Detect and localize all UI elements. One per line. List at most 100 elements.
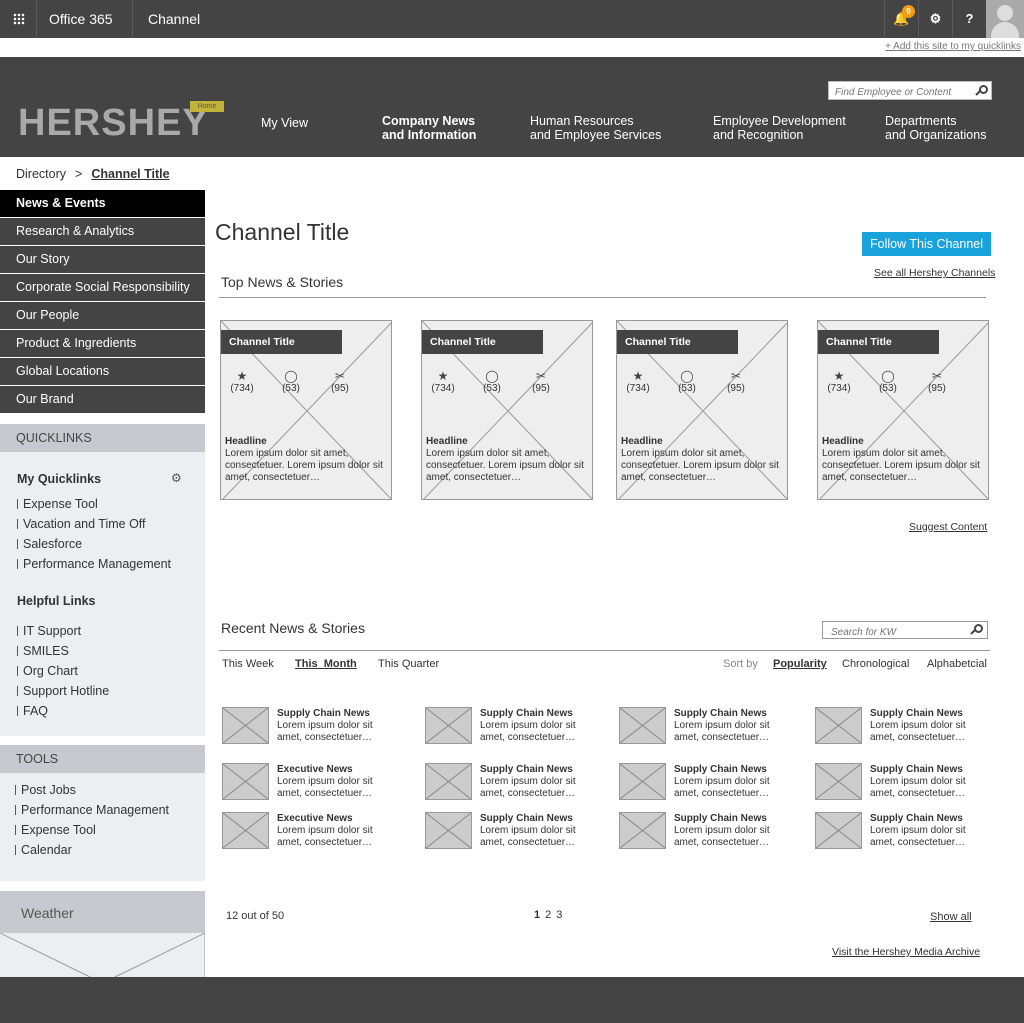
news-item-title[interactable]: Supply Chain News <box>870 764 963 775</box>
sidebar-item-news-events[interactable]: News & Events <box>0 190 205 218</box>
app-launcher-button[interactable] <box>0 0 37 38</box>
quicklink-item[interactable]: Performance Management <box>17 557 171 571</box>
shares-stat[interactable]: ✂ (95) <box>721 369 751 394</box>
comments-stat[interactable]: ◯ (53) <box>672 369 702 394</box>
card-headline[interactable]: Headline <box>426 436 468 447</box>
news-thumbnail[interactable] <box>815 707 862 744</box>
news-item-title[interactable]: Supply Chain News <box>480 813 573 824</box>
quicklink-item[interactable]: Vacation and Time Off <box>17 517 146 531</box>
news-item-title[interactable]: Supply Chain News <box>674 764 767 775</box>
news-thumbnail[interactable] <box>619 763 666 800</box>
comments-stat[interactable]: ◯ (53) <box>873 369 903 394</box>
quicklink-item[interactable]: Salesforce <box>17 537 82 551</box>
search-icon[interactable] <box>970 624 983 636</box>
tool-item[interactable]: Calendar <box>15 843 72 857</box>
card-headline[interactable]: Headline <box>822 436 864 447</box>
news-thumbnail[interactable] <box>619 707 666 744</box>
sidebar-item-locations[interactable]: Global Locations <box>0 358 205 386</box>
news-card[interactable]: Channel Title ★ (734) ◯ (53) ✂ (95) Headline Lor… <box>616 320 788 500</box>
nav-company-news[interactable]: Company News and Information <box>382 114 476 142</box>
news-thumbnail[interactable] <box>619 812 666 849</box>
page-link[interactable]: 2 <box>545 909 551 921</box>
comments-stat[interactable]: ◯ (53) <box>477 369 507 394</box>
nav-my-view[interactable]: My View <box>261 116 308 130</box>
nav-departments[interactable]: Departments and Organizations <box>885 114 986 142</box>
helpful-link-item[interactable]: IT Support <box>17 624 81 638</box>
sort-chronological[interactable]: Chronological <box>842 658 909 670</box>
comments-stat[interactable]: ◯ (53) <box>276 369 306 394</box>
filter-this-month[interactable]: This Month <box>295 658 357 670</box>
shares-stat[interactable]: ✂ (95) <box>526 369 556 394</box>
likes-stat[interactable]: ★ (734) <box>428 369 458 394</box>
news-item-title[interactable]: Supply Chain News <box>277 708 370 719</box>
news-item-title[interactable]: Executive News <box>277 764 353 775</box>
news-item-title[interactable]: Supply Chain News <box>674 708 767 719</box>
news-thumbnail[interactable] <box>815 812 862 849</box>
news-thumbnail[interactable] <box>222 763 269 800</box>
news-item-title[interactable]: Supply Chain News <box>674 813 767 824</box>
follow-channel-button[interactable]: Follow This Channel <box>862 232 991 256</box>
news-item-title[interactable]: Supply Chain News <box>870 708 963 719</box>
news-item-title[interactable]: Executive News <box>277 813 353 824</box>
help-button[interactable]: ? <box>952 0 986 38</box>
news-item-title[interactable]: Supply Chain News <box>480 764 573 775</box>
breadcrumb-root[interactable]: Directory <box>16 167 66 181</box>
nav-employee-development[interactable]: Employee Development and Recognition <box>713 114 846 142</box>
news-thumbnail[interactable] <box>425 812 472 849</box>
breadcrumb-current[interactable]: Channel Title <box>91 167 169 181</box>
shares-stat[interactable]: ✂ (95) <box>325 369 355 394</box>
news-thumbnail[interactable] <box>222 812 269 849</box>
news-card[interactable]: Channel Title ★ (734) ◯ (53) ✂ (95) Headline Lor… <box>421 320 593 500</box>
helpful-link-item[interactable]: FAQ <box>17 704 48 718</box>
quicklink-item[interactable]: Expense Tool <box>17 497 98 511</box>
tool-item[interactable]: Performance Management <box>15 803 169 817</box>
sidebar-item-our-brand[interactable]: Our Brand <box>0 386 205 414</box>
news-thumbnail[interactable] <box>425 763 472 800</box>
news-thumbnail[interactable] <box>425 707 472 744</box>
sidebar-item-csr[interactable]: Corporate Social Responsibility <box>0 274 205 302</box>
sidebar-item-our-story[interactable]: Our Story <box>0 246 205 274</box>
see-all-channels-link[interactable]: See all Hershey Channels <box>874 267 995 279</box>
news-card[interactable]: Channel Title ★ (734) ◯ (53) ✂ (95) Headline Lor… <box>220 320 392 500</box>
shares-stat[interactable]: ✂ (95) <box>922 369 952 394</box>
gear-icon[interactable]: ⚙ <box>171 472 182 484</box>
notifications-button[interactable]: 🔔 9 <box>884 0 918 38</box>
sidebar-item-research[interactable]: Research & Analytics <box>0 218 205 246</box>
keyword-search-input[interactable] <box>823 624 963 641</box>
suggest-content-link[interactable]: Suggest Content <box>909 521 987 533</box>
helpful-link-item[interactable]: SMILES <box>17 644 69 658</box>
filter-this-quarter[interactable]: This Quarter <box>378 658 439 670</box>
global-search-input[interactable] <box>829 84 969 101</box>
site-name[interactable]: Channel <box>148 0 200 38</box>
card-channel-title[interactable]: Channel Title <box>221 330 342 354</box>
news-item-title[interactable]: Supply Chain News <box>870 813 963 824</box>
sidebar-item-our-people[interactable]: Our People <box>0 302 205 330</box>
news-thumbnail[interactable] <box>222 707 269 744</box>
add-quicklink-link[interactable]: + Add this site to my quicklinks <box>885 41 1021 52</box>
show-all-link[interactable]: Show all <box>930 911 972 923</box>
helpful-link-item[interactable]: Org Chart <box>17 664 78 678</box>
filter-this-week[interactable]: This Week <box>222 658 274 670</box>
likes-stat[interactable]: ★ (734) <box>623 369 653 394</box>
likes-stat[interactable]: ★ (734) <box>824 369 854 394</box>
nav-human-resources[interactable]: Human Resources and Employee Services <box>530 114 661 142</box>
tool-item[interactable]: Expense Tool <box>15 823 96 837</box>
news-card[interactable]: Channel Title ★ (734) ◯ (53) ✂ (95) Headline Lor… <box>817 320 989 500</box>
media-archive-link[interactable]: Visit the Hershey Media Archive <box>832 946 980 958</box>
home-tag[interactable]: Home <box>190 101 224 112</box>
page-link[interactable]: 3 <box>556 909 562 921</box>
app-name[interactable]: Office 365 <box>38 0 133 38</box>
card-channel-title[interactable]: Channel Title <box>818 330 939 354</box>
sort-alphabetical[interactable]: Alphabetcial <box>927 658 987 670</box>
search-icon[interactable] <box>975 85 988 97</box>
helpful-link-item[interactable]: Support Hotline <box>17 684 109 698</box>
hershey-logo[interactable]: HERSHEY <box>18 102 209 145</box>
sort-popularity[interactable]: Popularity <box>773 658 827 670</box>
news-item-title[interactable]: Supply Chain News <box>480 708 573 719</box>
sidebar-item-products[interactable]: Product & Ingredients <box>0 330 205 358</box>
likes-stat[interactable]: ★ (734) <box>227 369 257 394</box>
tool-item[interactable]: Post Jobs <box>15 783 76 797</box>
news-thumbnail[interactable] <box>815 763 862 800</box>
card-channel-title[interactable]: Channel Title <box>617 330 738 354</box>
card-headline[interactable]: Headline <box>621 436 663 447</box>
